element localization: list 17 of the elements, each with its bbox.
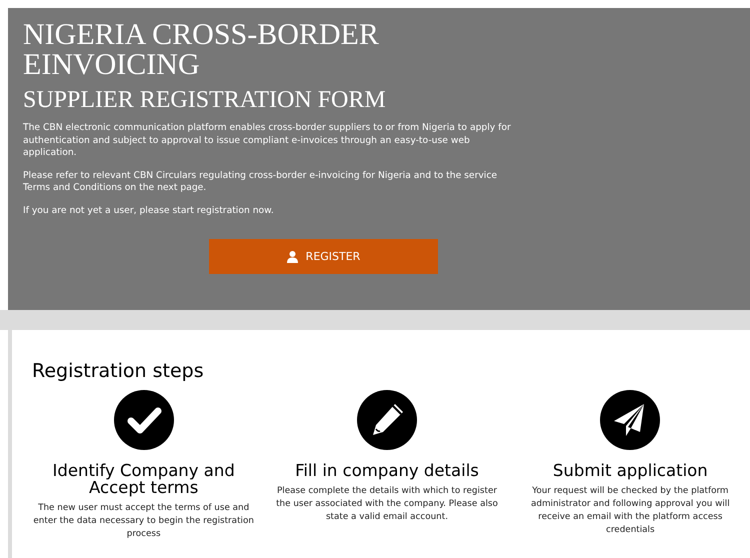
checkmark-icon bbox=[114, 390, 174, 450]
step-title: Identify Company and Accept terms bbox=[52, 462, 236, 496]
form-subtitle: SUPPLIER REGISTRATION FORM bbox=[23, 86, 387, 114]
step-description: Please complete the details with which to register the user associated with the company. Please also state a valid email account. bbox=[275, 485, 499, 524]
pencil-icon bbox=[356, 390, 417, 450]
step-description: Your request will be checked by the platform administrator and following approval you will receive an email with the platform access credentials bbox=[530, 485, 731, 537]
register-button[interactable]: REGISTER bbox=[209, 239, 438, 274]
intro-paragraph: Please refer to relevant CBN Circulars regulating cross-border e-invoicing for Nigeria and to the service Terms and Conditions on the next page. bbox=[23, 170, 498, 194]
step-title: Fill in company details bbox=[295, 462, 479, 479]
paper-plane-icon bbox=[600, 390, 660, 450]
step-title: Submit application bbox=[552, 462, 708, 479]
user-icon bbox=[286, 250, 298, 262]
intro-paragraph: The CBN electronic communication platform enables cross-border suppliers to or from Nigeria to apply for authentication and subject to approval to issue compliant e-invoices through an easy-to-use web application. bbox=[23, 122, 512, 160]
step-description: The new user must accept the terms of use and enter the data necessary to begin the registration process bbox=[32, 502, 255, 541]
section-heading: Registration steps bbox=[32, 360, 205, 382]
page-title: NIGERIA CROSS-BORDER EINVOICING bbox=[23, 20, 380, 80]
intro-paragraph: If you are not yet a user, please start registration now. bbox=[23, 204, 275, 217]
